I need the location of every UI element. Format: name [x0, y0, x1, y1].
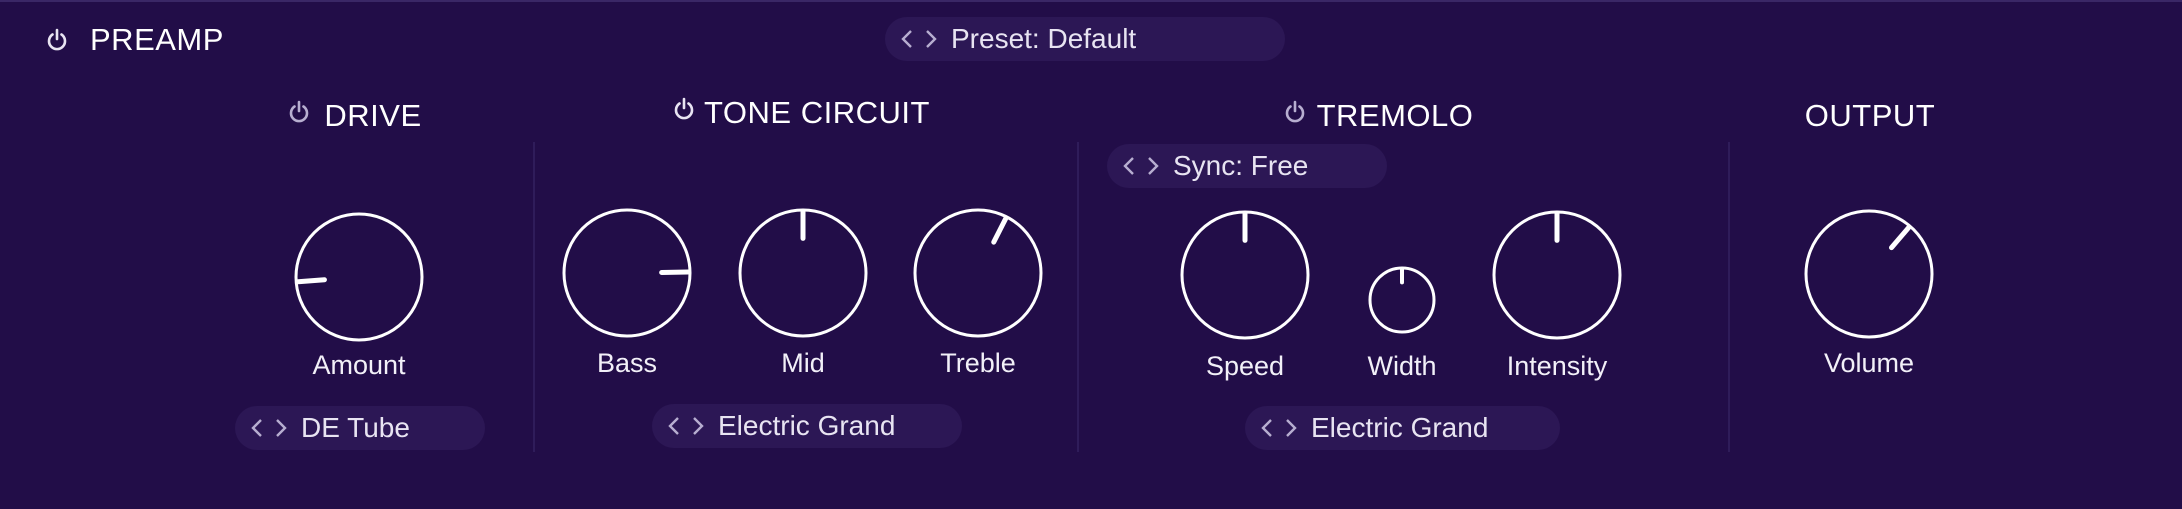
- tone-bass-knob[interactable]: [560, 206, 694, 340]
- tone-type-selector[interactable]: Electric Grand: [652, 404, 962, 448]
- knob-indicator: [1889, 225, 1912, 251]
- drive-amount-knob[interactable]: [292, 210, 426, 344]
- drive-type-label: DE Tube: [301, 412, 410, 443]
- preset-selector[interactable]: Preset: Default: [885, 17, 1285, 61]
- chevron-left-right-icon[interactable]: [249, 416, 289, 440]
- knob-indicator: [991, 216, 1009, 245]
- knob-ring: [294, 212, 424, 342]
- tone-treble-label: Treble: [940, 348, 1016, 378]
- preamp-power-icon[interactable]: [44, 27, 70, 53]
- drive-type-selector[interactable]: DE Tube: [235, 406, 485, 450]
- preamp-panel: PREAMP Preset: Default DRIVE Amount DE T…: [0, 0, 2182, 509]
- tremolo-width-label: Width: [1367, 351, 1437, 381]
- tremolo-power-icon[interactable]: [1282, 99, 1308, 125]
- tremolo-width-knob[interactable]: [1366, 264, 1438, 336]
- tone-bass-label: Bass: [596, 348, 658, 378]
- output-volume-knob[interactable]: [1802, 207, 1936, 341]
- tremolo-sync-label: Sync: Free: [1173, 150, 1309, 181]
- tremolo-intensity-knob[interactable]: [1490, 208, 1624, 342]
- divider-drive-tone: [533, 142, 535, 452]
- preset-label: Preset: Default: [951, 23, 1137, 54]
- tremolo-type-selector[interactable]: Electric Grand: [1245, 406, 1560, 450]
- output-volume-label: Volume: [1823, 348, 1915, 378]
- tremolo-type-label: Electric Grand: [1311, 412, 1489, 443]
- chevron-left-right-icon[interactable]: [666, 414, 706, 438]
- knob-ring: [913, 208, 1043, 338]
- chevron-left-right-icon[interactable]: [899, 27, 939, 51]
- chevron-left-right-icon[interactable]: [1259, 416, 1299, 440]
- tone-power-icon[interactable]: [671, 96, 697, 122]
- drive-amount-label: Amount: [312, 350, 406, 380]
- output-title: OUTPUT: [1804, 98, 1936, 133]
- tremolo-speed-label: Speed: [1205, 351, 1285, 381]
- preamp-title: PREAMP: [90, 22, 224, 57]
- tremolo-speed-knob[interactable]: [1178, 208, 1312, 342]
- drive-title: DRIVE: [324, 98, 422, 133]
- drive-power-icon[interactable]: [286, 99, 312, 125]
- tone-type-label: Electric Grand: [718, 410, 896, 441]
- divider-tone-tremolo: [1077, 142, 1079, 452]
- tone-treble-knob[interactable]: [911, 206, 1045, 340]
- chevron-left-right-icon[interactable]: [1121, 154, 1161, 178]
- tremolo-intensity-label: Intensity: [1506, 351, 1608, 381]
- divider-tremolo-output: [1728, 142, 1730, 452]
- tremolo-sync-selector[interactable]: Sync: Free: [1107, 144, 1387, 188]
- tone-mid-knob[interactable]: [736, 206, 870, 340]
- knob-indicator: [295, 277, 327, 285]
- tremolo-title: TREMOLO: [1316, 98, 1474, 133]
- tone-title: TONE CIRCUIT: [704, 95, 930, 130]
- tone-mid-label: Mid: [781, 348, 825, 378]
- knob-ring: [1804, 209, 1934, 339]
